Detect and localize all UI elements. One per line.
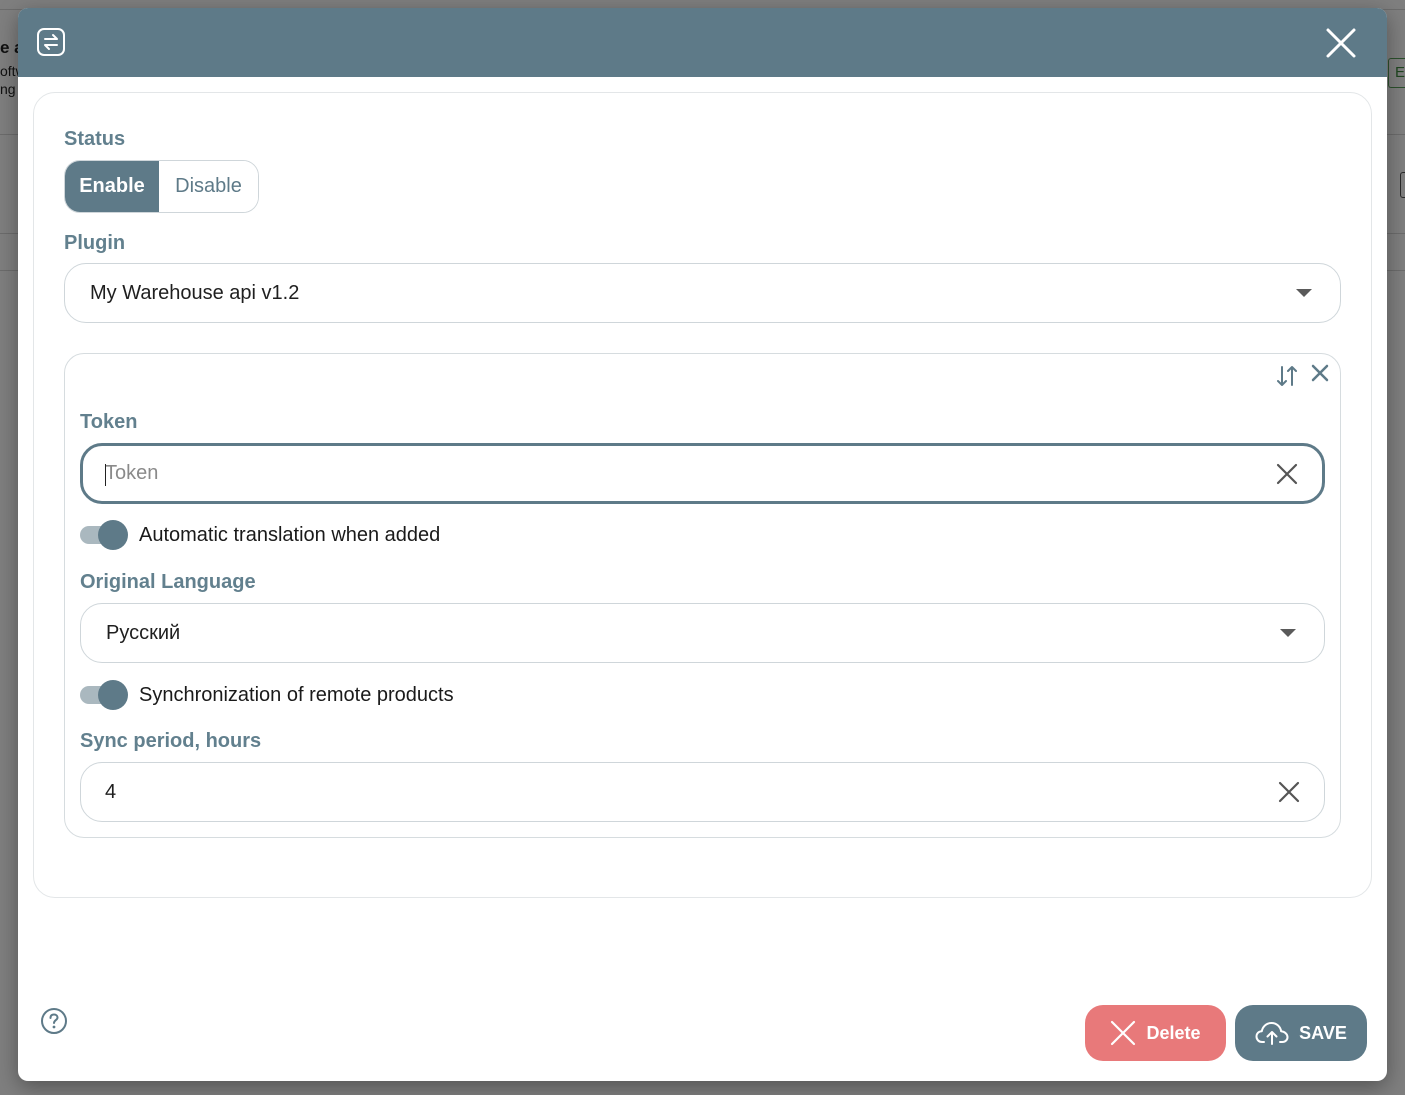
sync-period-label: Sync period, hours: [80, 730, 262, 752]
status-toggle: Enable Disable: [64, 160, 259, 213]
sync-period-value: 4: [105, 780, 117, 803]
status-disable-button[interactable]: Disable: [159, 161, 258, 212]
save-button[interactable]: SAVE: [1235, 1005, 1367, 1061]
delete-button[interactable]: Delete: [1085, 1005, 1226, 1061]
close-icon: [1111, 1020, 1136, 1046]
close-icon[interactable]: [1310, 363, 1330, 383]
plugin-select[interactable]: My Warehouse api v1.2: [64, 263, 1341, 323]
dialog-header: [18, 8, 1387, 77]
cloud-upload-icon: [1255, 1022, 1289, 1045]
sync-remote-row: Synchronization of remote products: [80, 680, 454, 710]
plugin-config-card: Token Token Automatic translation when a…: [64, 353, 1341, 838]
switch-knob: [98, 520, 128, 550]
sync-period-input[interactable]: 4: [80, 762, 1325, 822]
chevron-down-icon[interactable]: [1280, 629, 1296, 637]
clear-icon[interactable]: [1276, 463, 1298, 485]
status-label: Status: [64, 128, 126, 150]
original-language-label: Original Language: [80, 571, 256, 593]
clear-icon[interactable]: [1278, 781, 1300, 803]
token-placeholder: Token: [83, 462, 1276, 486]
settings-panel: Status Enable Disable Plugin My Warehous…: [33, 92, 1372, 898]
original-language-value: Русский: [106, 621, 181, 644]
plugin-select-value: My Warehouse api v1.2: [90, 281, 300, 304]
close-icon[interactable]: [1325, 27, 1357, 59]
swap-icon: [37, 28, 65, 56]
sync-remote-switch[interactable]: [80, 680, 128, 710]
help-icon[interactable]: [40, 1007, 68, 1035]
save-button-label: SAVE: [1299, 1022, 1347, 1043]
auto-translation-switch[interactable]: [80, 520, 128, 550]
token-label: Token: [80, 411, 138, 433]
plugin-label: Plugin: [64, 232, 126, 254]
plugin-settings-dialog: Status Enable Disable Plugin My Warehous…: [18, 8, 1387, 1081]
auto-translation-label: Automatic translation when added: [139, 523, 441, 546]
status-enable-button[interactable]: Enable: [65, 161, 159, 212]
token-input[interactable]: Token: [80, 443, 1325, 504]
sync-remote-label: Synchronization of remote products: [139, 683, 454, 706]
delete-button-label: Delete: [1146, 1022, 1201, 1043]
switch-knob: [98, 680, 128, 710]
auto-translation-row: Automatic translation when added: [80, 520, 440, 550]
sort-icon[interactable]: [1274, 363, 1300, 389]
original-language-select[interactable]: Русский: [80, 603, 1325, 663]
chevron-down-icon[interactable]: [1296, 289, 1312, 297]
